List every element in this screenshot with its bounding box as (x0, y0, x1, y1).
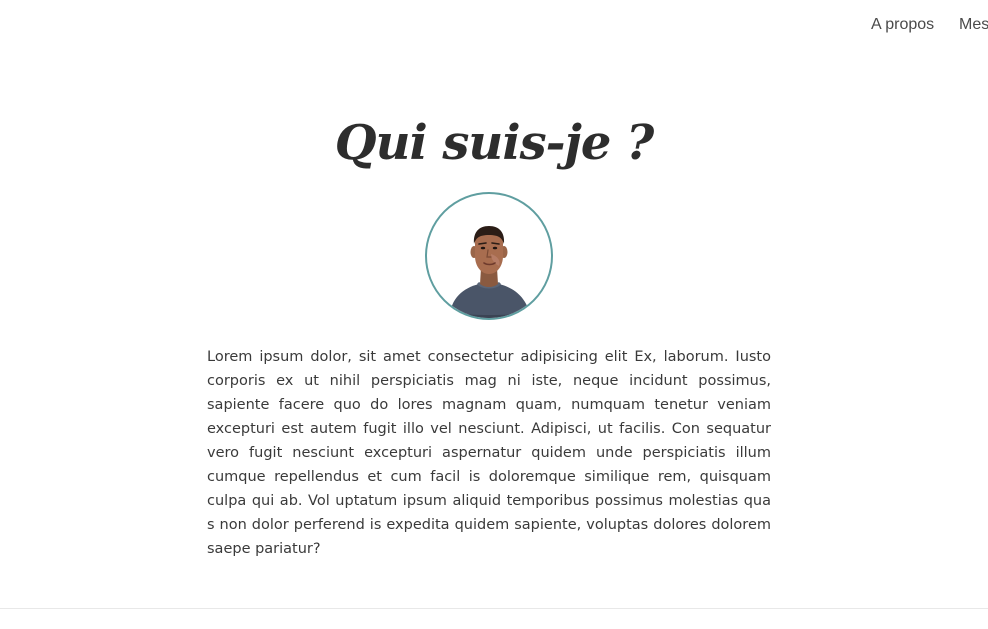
section-title: Qui suis-je ? (334, 115, 655, 171)
bio-paragraph: Lorem ipsum dolor, sit amet consectetur … (207, 349, 771, 557)
page: A propos Mes Qui suis-je ? Lorem ipsum d… (0, 0, 988, 629)
top-nav: A propos Mes (0, 14, 988, 40)
person-avatar-icon (425, 192, 553, 320)
nav-link-a-propos[interactable]: A propos (871, 16, 934, 34)
nav-link-mes[interactable]: Mes (959, 16, 988, 34)
bottom-divider (0, 608, 988, 609)
